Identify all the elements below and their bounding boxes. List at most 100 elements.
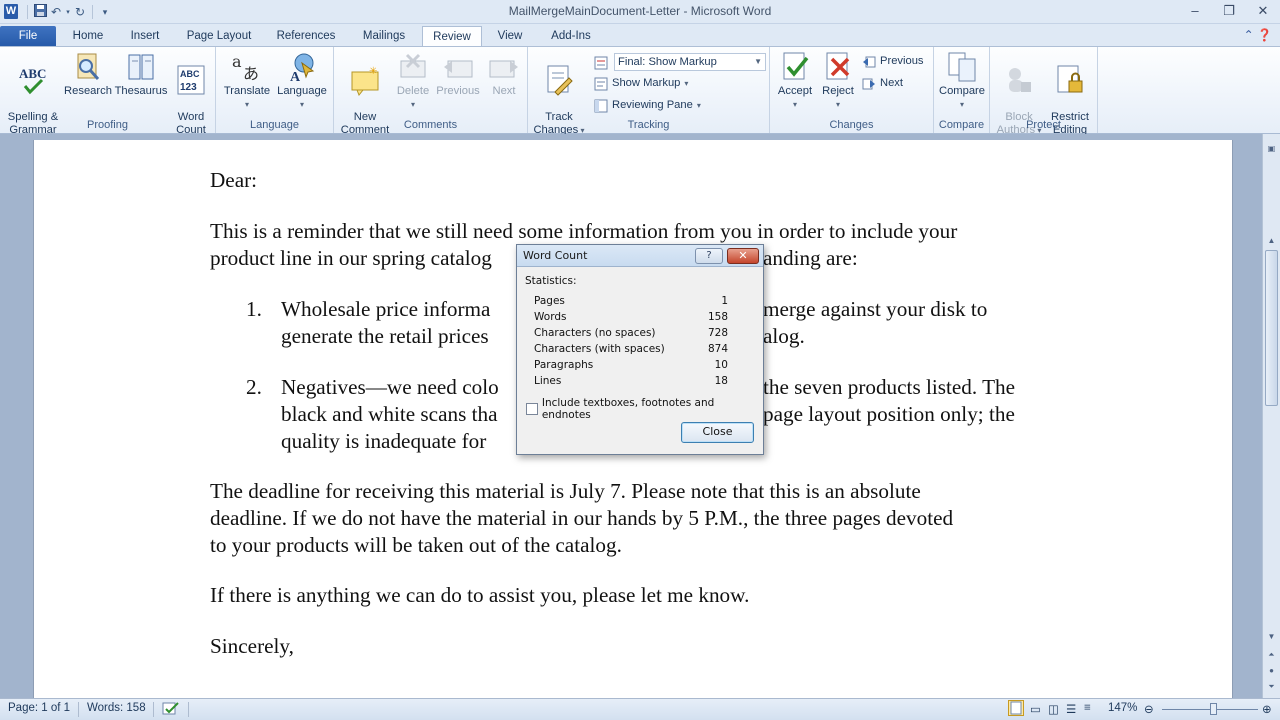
delete-comment-button[interactable]: Delete ▾	[392, 51, 434, 111]
ruler-toggle-icon[interactable]: ▣	[1263, 142, 1280, 156]
compare-dropdown-icon[interactable]: ▾	[960, 100, 964, 109]
item-2-line-2b: page layout position only; the	[763, 402, 1015, 426]
print-layout-view-icon[interactable]	[1008, 700, 1024, 719]
previous-page-icon[interactable]: ⏶	[1263, 648, 1280, 662]
language-dropdown-icon[interactable]: ▾	[300, 100, 304, 109]
checkbox-box[interactable]	[526, 403, 538, 415]
tab-file[interactable]: File	[0, 26, 56, 47]
tab-references[interactable]: References	[268, 26, 344, 47]
item-2-line-2a: black and white scans tha	[281, 402, 498, 426]
stat-value: 158	[707, 311, 728, 323]
zoom-slider-thumb[interactable]	[1210, 703, 1217, 715]
word-count-icon: ABC 123	[175, 64, 207, 96]
language-label: Language	[277, 85, 327, 97]
dialog-help-button[interactable]: ?	[695, 248, 723, 264]
outline-view-icon[interactable]: ☰	[1066, 702, 1076, 716]
scroll-down-icon[interactable]: ▼	[1263, 630, 1280, 644]
comments-group-label: Comments	[403, 119, 458, 131]
close-button[interactable]: Close	[681, 422, 754, 443]
group-compare: Compare ▾ Compare	[934, 47, 990, 133]
reviewing-pane-icon	[594, 99, 608, 113]
next-change-button[interactable]: Next	[862, 74, 903, 93]
accept-label: Accept	[777, 85, 813, 97]
svg-text:✳: ✳	[369, 66, 377, 77]
compare-label: Compare	[938, 85, 985, 97]
svg-text:あ: あ	[243, 64, 259, 83]
zoom-out-icon[interactable]: ⊖	[1144, 702, 1154, 716]
close-icon[interactable]: ✕	[1246, 0, 1280, 22]
compare-button[interactable]: Compare ▾	[936, 51, 988, 111]
paragraph-4: If there is anything we can do to assist…	[210, 583, 750, 607]
tab-add-ins[interactable]: Add-Ins	[540, 26, 602, 47]
display-for-review-select[interactable]: Final: Show Markup ▼	[614, 53, 766, 71]
previous-comment-label: Previous	[436, 85, 480, 97]
ribbon-help-icon[interactable]: ⌃ ❓	[1244, 28, 1272, 42]
changes-group-label: Changes	[829, 119, 874, 131]
ribbon-tabs: File Home Insert Page Layout References …	[0, 24, 1280, 47]
delete-comment-icon	[397, 51, 429, 83]
vertical-scrollbar[interactable]: ▣ ▲ ▼ ⏶ ● ⏷	[1262, 134, 1280, 698]
stat-value: 18	[714, 375, 728, 387]
full-screen-reading-view-icon[interactable]: ▭	[1030, 702, 1041, 716]
tab-mailings[interactable]: Mailings	[352, 26, 416, 47]
draft-view-icon[interactable]: ≡	[1084, 702, 1091, 714]
translate-button[interactable]: aあ Translate ▾	[220, 51, 274, 111]
display-for-review-dropdown-icon[interactable]: ▼	[754, 54, 762, 70]
tab-view[interactable]: View	[488, 26, 532, 47]
scrollbar-thumb[interactable]	[1265, 250, 1278, 406]
window-title: MailMergeMainDocument-Letter - Microsoft…	[508, 4, 772, 18]
previous-comment-icon	[442, 51, 474, 83]
reject-icon	[822, 51, 854, 83]
stat-value: 10	[714, 359, 728, 371]
reject-button[interactable]: Reject ▾	[818, 51, 858, 111]
stat-label: Paragraphs	[534, 359, 594, 371]
research-icon	[72, 51, 104, 83]
tab-home[interactable]: Home	[62, 26, 114, 47]
previous-comment-button[interactable]: Previous	[434, 51, 482, 98]
stat-value: 1	[721, 295, 728, 307]
language-group-label: Language	[250, 119, 299, 131]
research-button[interactable]: Research	[64, 51, 112, 98]
paragraph-3-line-2: deadline. If we do not have the material…	[210, 506, 954, 530]
zoom-in-icon[interactable]: ⊕	[1262, 702, 1272, 716]
next-comment-button[interactable]: Next	[484, 51, 524, 98]
item-1-line-1b: merge against your disk to	[763, 297, 988, 321]
tab-page-layout[interactable]: Page Layout	[178, 26, 260, 47]
translate-dropdown-icon[interactable]: ▾	[245, 100, 249, 109]
display-for-review-icon-holder	[594, 53, 608, 72]
status-divider	[153, 702, 154, 717]
group-language: aあ Translate ▾ A Language ▾ Language	[216, 47, 334, 133]
next-page-icon[interactable]: ⏷	[1263, 680, 1280, 694]
restore-icon[interactable]: ❐	[1212, 0, 1246, 22]
delete-dropdown-icon[interactable]: ▾	[411, 100, 415, 109]
table-row: Words 158	[532, 309, 728, 325]
page-indicator[interactable]: Page: 1 of 1	[8, 702, 70, 714]
scroll-up-icon[interactable]: ▲	[1263, 234, 1280, 248]
zoom-level[interactable]: 147%	[1108, 702, 1137, 714]
thesaurus-button[interactable]: Thesaurus	[112, 51, 170, 98]
previous-change-icon	[862, 55, 876, 69]
stat-label: Pages	[534, 295, 565, 307]
group-protect: Block Authors ▾ Restrict Editing Protect	[990, 47, 1098, 136]
word-count-indicator[interactable]: Words: 158	[87, 702, 146, 714]
reviewing-pane-button[interactable]: Reviewing Pane ▾	[594, 96, 701, 115]
browse-object-icon[interactable]: ●	[1263, 664, 1280, 678]
show-markup-icon	[594, 77, 608, 91]
language-button[interactable]: A Language ▾	[274, 51, 330, 111]
web-layout-view-icon[interactable]: ◫	[1048, 702, 1059, 716]
tab-review[interactable]: Review	[422, 26, 482, 47]
include-textboxes-label: Include textboxes, footnotes and endnote…	[541, 397, 715, 421]
accept-button[interactable]: Accept ▾	[774, 51, 816, 111]
minimize-icon[interactable]: –	[1178, 0, 1212, 22]
previous-change-button[interactable]: Previous	[862, 52, 924, 71]
reject-dropdown-icon[interactable]: ▾	[836, 100, 840, 109]
salutation: Dear:	[210, 168, 258, 192]
spelling-icon: ABC	[17, 64, 49, 96]
word-count-dialog[interactable]: Word Count ? ✕ Statistics: Pages 1 Words 1…	[516, 244, 764, 455]
show-markup-button[interactable]: Show Markup ▾	[594, 74, 688, 93]
accept-dropdown-icon[interactable]: ▾	[793, 100, 797, 109]
proofing-status-icon[interactable]	[162, 702, 180, 719]
dialog-close-x-button[interactable]: ✕	[727, 248, 759, 264]
include-textboxes-checkbox[interactable]: Include textboxes, footnotes and endnote…	[526, 397, 763, 421]
tab-insert[interactable]: Insert	[120, 26, 170, 47]
